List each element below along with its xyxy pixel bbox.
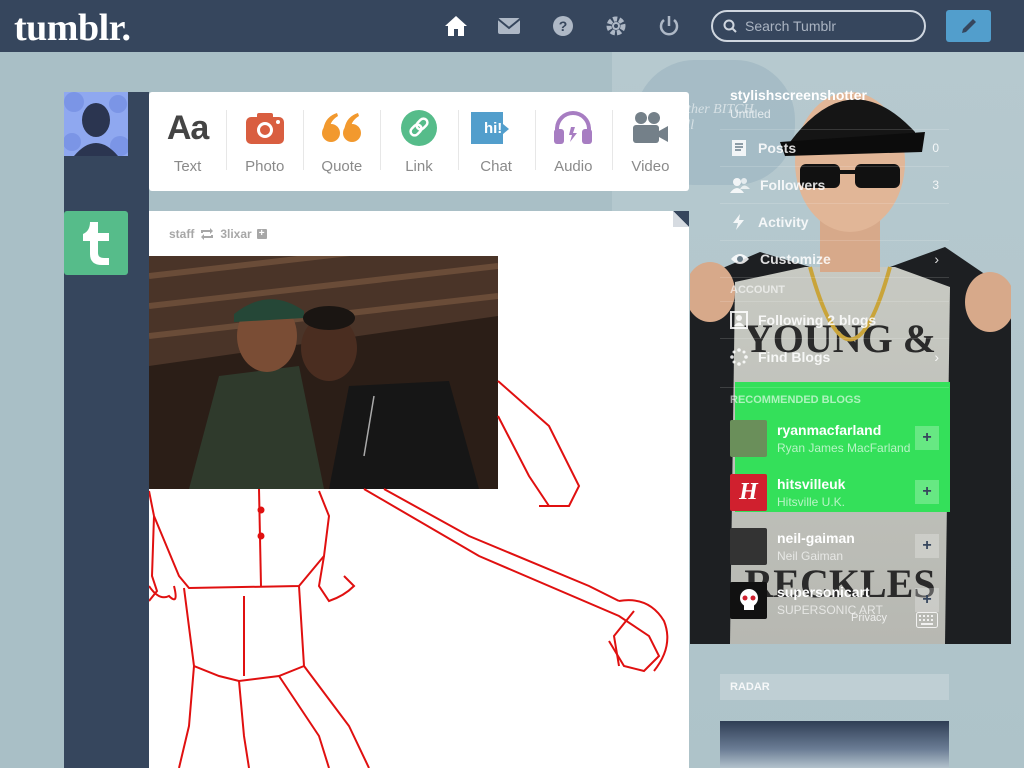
- post-type-label: Quote: [321, 158, 363, 175]
- follow-blog-button[interactable]: +: [915, 534, 939, 558]
- followers-icon: [730, 178, 750, 193]
- sidebar-item-activity[interactable]: Activity: [720, 203, 949, 240]
- post-type-label: Link: [405, 158, 433, 175]
- chevron-right-icon: ›: [934, 251, 939, 267]
- post-type-chat[interactable]: hi! Chat: [457, 92, 535, 191]
- reblog-icon: [201, 228, 214, 240]
- recommended-blog-avatar: [730, 581, 767, 619]
- keyboard-shortcuts-icon[interactable]: [916, 612, 938, 628]
- svg-text:?: ?: [559, 18, 568, 34]
- follow-blog-button[interactable]: +: [915, 480, 939, 504]
- account-heading: ACCOUNT: [720, 277, 949, 301]
- camera-icon: [245, 108, 285, 148]
- follow-plus-icon[interactable]: +: [256, 229, 267, 239]
- dashboard-post: staff 3lixar +: [149, 211, 689, 768]
- search-box[interactable]: [711, 10, 926, 42]
- sidebar-item-posts[interactable]: Posts 0: [720, 129, 949, 166]
- chat-bubble-icon: hi!: [470, 108, 509, 148]
- recommended-blog-avatar: H: [730, 473, 767, 511]
- sidebar-item-find-blogs[interactable]: Find Blogs ›: [720, 338, 949, 375]
- recommended-blog-item[interactable]: H hitsvilleuk Hitsville U.K. +: [720, 465, 949, 519]
- tumblr-logo[interactable]: tumblr.: [14, 6, 131, 50]
- recommended-blog-avatar: [730, 419, 767, 457]
- post-type-text[interactable]: Aa Text: [149, 92, 226, 191]
- sidebar-item-followers[interactable]: Followers 3: [720, 166, 949, 203]
- post-type-label: Audio: [554, 158, 593, 175]
- quote-icon: [321, 108, 363, 148]
- top-navigation-bar: tumblr. ?: [0, 0, 1024, 52]
- post-type-label: Chat: [480, 158, 512, 175]
- privacy-link[interactable]: Privacy: [851, 612, 887, 624]
- staff-avatar[interactable]: [64, 211, 128, 275]
- post-type-label: Text: [173, 158, 202, 175]
- sidebar-item-following[interactable]: Following 2 blogs: [720, 301, 949, 338]
- mail-icon[interactable]: [497, 14, 521, 38]
- blog-name: stylishscreenshotter: [730, 87, 867, 103]
- video-camera-icon: [631, 108, 669, 148]
- post-author-link[interactable]: staff: [169, 227, 194, 241]
- post-type-quote[interactable]: Quote: [303, 92, 380, 191]
- recommended-blog-item[interactable]: ryanmacfarland Ryan James MacFarland +: [720, 411, 949, 465]
- post-type-video[interactable]: Video: [611, 92, 689, 191]
- headphones-icon: [553, 108, 593, 148]
- chevron-right-icon: ›: [934, 349, 939, 365]
- power-logout-icon[interactable]: [657, 14, 681, 38]
- eye-icon: [731, 254, 749, 264]
- follow-blog-button[interactable]: +: [915, 588, 939, 612]
- post-type-label: Video: [631, 158, 670, 175]
- post-type-bar: Aa Text Photo Quote Link hi! Chat Audio: [149, 92, 689, 191]
- recommended-blog-avatar: [730, 527, 767, 565]
- blog-subtitle: Untitled: [730, 107, 771, 121]
- post-red-drawing: [149, 380, 669, 768]
- reblog-source-link[interactable]: 3lixar: [220, 227, 251, 241]
- post-header: staff 3lixar +: [169, 227, 267, 241]
- posts-icon: [732, 140, 746, 156]
- recommended-blog-item[interactable]: neil-gaiman Neil Gaiman +: [720, 519, 949, 573]
- dashboard-sidebar: stylishscreenshotter Untitled Posts 0 Fo…: [720, 81, 949, 657]
- post-type-audio[interactable]: Audio: [534, 92, 612, 191]
- sidebar-blog-header[interactable]: stylishscreenshotter Untitled: [720, 81, 949, 129]
- home-icon[interactable]: [444, 14, 468, 38]
- post-type-link[interactable]: Link: [380, 92, 457, 191]
- search-input[interactable]: [745, 18, 915, 34]
- recommended-blogs-heading: RECOMMENDED BLOGS: [720, 387, 949, 411]
- skull-icon: [739, 589, 758, 610]
- user-avatar[interactable]: [64, 92, 128, 156]
- recommended-blog-item[interactable]: supersonicart SUPERSONIC ART +: [720, 573, 949, 627]
- lightning-icon: [733, 214, 744, 230]
- radar-heading: RADAR: [720, 674, 949, 700]
- find-blogs-icon: [730, 348, 748, 366]
- post-corner-fold: [673, 211, 689, 227]
- compose-post-button[interactable]: [946, 10, 991, 42]
- link-icon: [400, 108, 438, 148]
- followers-count: 3: [932, 178, 939, 192]
- settings-gear-icon[interactable]: [604, 14, 628, 38]
- following-contact-icon: [730, 311, 748, 329]
- post-type-photo[interactable]: Photo: [226, 92, 303, 191]
- sidebar-item-customize[interactable]: Customize ›: [720, 240, 949, 277]
- follow-blog-button[interactable]: +: [915, 426, 939, 450]
- posts-count: 0: [932, 141, 939, 155]
- help-icon[interactable]: ?: [551, 14, 575, 38]
- post-type-label: Photo: [245, 158, 285, 175]
- dashboard-left-strip: [64, 92, 149, 768]
- text-post-icon: Aa: [166, 108, 209, 147]
- search-icon: [723, 19, 737, 33]
- radar-post-image[interactable]: [720, 721, 949, 768]
- pencil-icon: [961, 19, 976, 33]
